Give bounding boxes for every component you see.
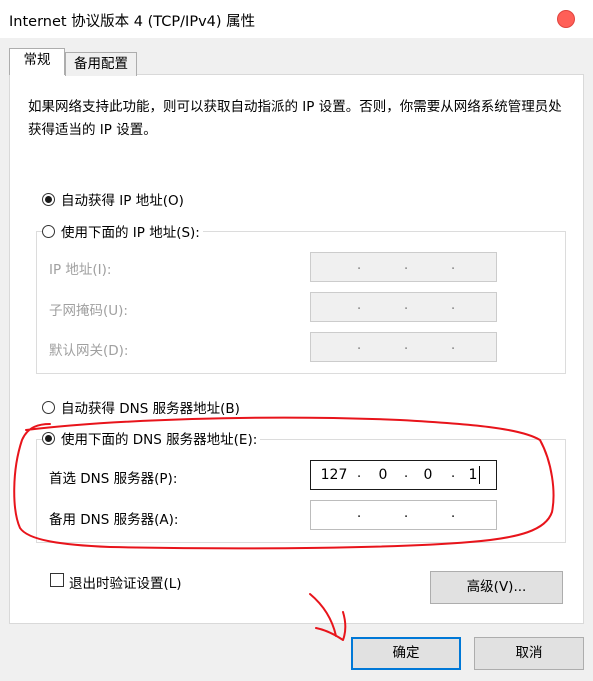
advanced-button[interactable]: 高级(V)... xyxy=(430,571,563,604)
radio-unchecked-icon xyxy=(42,224,55,238)
auto-ip-radio[interactable]: 自动获得 IP 地址(O) xyxy=(42,189,187,209)
alternate-dns-label: 备用 DNS 服务器(A): xyxy=(49,512,179,528)
manual-dns-label: 使用下面的 DNS 服务器地址(E): xyxy=(61,432,258,448)
validate-on-exit-checkbox[interactable] xyxy=(50,573,64,587)
radio-unchecked-icon xyxy=(42,400,55,414)
alternate-dns-input[interactable]: ... xyxy=(310,500,497,530)
preferred-dns-octet-1: 127 xyxy=(320,467,348,483)
preferred-dns-label: 首选 DNS 服务器(P): xyxy=(49,471,178,487)
auto-dns-label: 自动获得 DNS 服务器地址(B) xyxy=(61,401,240,417)
manual-dns-radio[interactable]: 使用下面的 DNS 服务器地址(E): xyxy=(42,428,261,448)
text-caret xyxy=(479,466,480,484)
tab-general[interactable]: 常规 xyxy=(9,48,65,75)
close-icon[interactable] xyxy=(557,10,575,28)
ok-button[interactable]: 确定 xyxy=(351,637,461,670)
title-bar: Internet 协议版本 4 (TCP/IPv4) 属性 xyxy=(0,0,593,38)
validate-on-exit-label: 退出时验证设置(L) xyxy=(69,576,182,592)
description-text: 如果网络支持此功能，则可以获取自动指派的 IP 设置。否则，你需要从网络系统管理… xyxy=(28,99,562,138)
ip-address-input: ... xyxy=(310,252,497,282)
preferred-dns-octet-2: 0 xyxy=(378,467,388,483)
manual-ip-label: 使用下面的 IP 地址(S): xyxy=(61,225,200,241)
preferred-dns-input[interactable]: 127 . 0 . 0 . 1 xyxy=(310,460,497,490)
subnet-mask-input: ... xyxy=(310,292,497,322)
default-gateway-input: ... xyxy=(310,332,497,362)
window-title: Internet 协议版本 4 (TCP/IPv4) 属性 xyxy=(9,14,256,30)
auto-ip-label: 自动获得 IP 地址(O) xyxy=(61,193,184,209)
radio-checked-icon xyxy=(42,431,55,445)
tab-alternate-config[interactable]: 备用配置 xyxy=(65,52,137,76)
ip-address-label: IP 地址(I): xyxy=(49,262,112,278)
auto-dns-radio[interactable]: 自动获得 DNS 服务器地址(B) xyxy=(42,397,243,417)
preferred-dns-octet-3: 0 xyxy=(423,467,433,483)
manual-ip-radio[interactable]: 使用下面的 IP 地址(S): xyxy=(42,221,203,241)
subnet-mask-label: 子网掩码(U): xyxy=(49,303,128,319)
radio-checked-icon xyxy=(42,192,55,206)
preferred-dns-octet-4: 1 xyxy=(468,467,478,483)
default-gateway-label: 默认网关(D): xyxy=(49,343,129,359)
cancel-button[interactable]: 取消 xyxy=(474,637,584,670)
